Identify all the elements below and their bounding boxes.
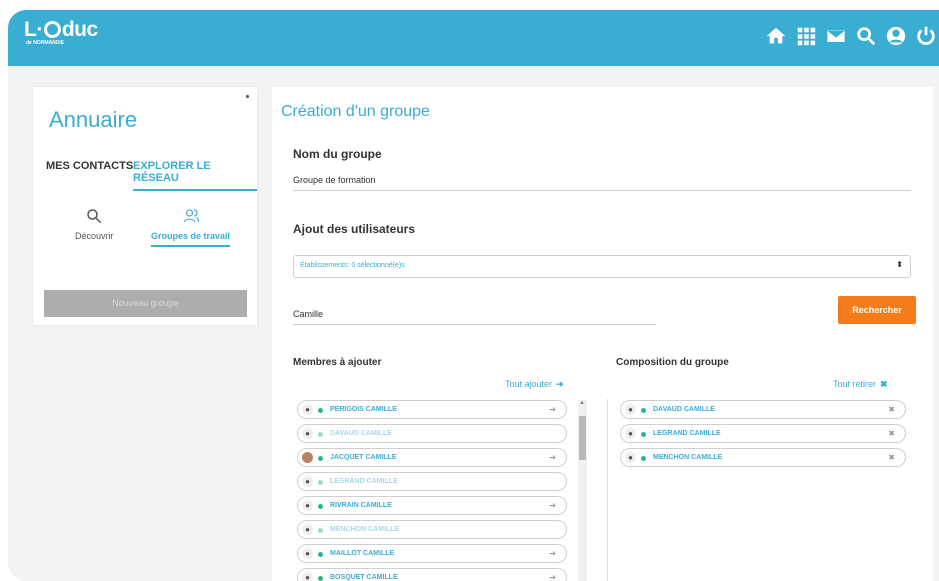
mail-icon[interactable] — [825, 25, 847, 47]
list-item: ● MENCHON CAMILLE ✖ — [620, 448, 906, 467]
avatar-icon: ● — [302, 572, 313, 581]
group-name-input[interactable]: Groupe de formation — [293, 175, 911, 191]
online-status-icon — [318, 576, 323, 581]
online-status-icon — [318, 432, 323, 437]
scrollbar-thumb[interactable] — [579, 416, 586, 460]
online-status-icon — [641, 456, 646, 461]
arrow-right-icon: ➔ — [556, 379, 564, 389]
app-logo[interactable]: L· duc de NORMANDIE — [24, 18, 98, 46]
group-creation-panel: Création d'un groupe Nom du groupe Group… — [272, 87, 933, 581]
members-scrollbar[interactable]: ▲ — [578, 400, 587, 581]
directory-sidebar: Annuaire MES CONTACTS EXPLORER LE RÉSEAU… — [33, 87, 257, 325]
users-icon — [183, 209, 199, 223]
establishment-select[interactable]: Établissements: 0 sélectionné(e)s ⬍ — [293, 255, 911, 278]
scroll-up-icon[interactable]: ▲ — [579, 400, 585, 406]
online-status-icon — [318, 456, 323, 461]
panel-title: Création d'un groupe — [281, 103, 430, 120]
online-status-icon — [318, 528, 323, 533]
list-item: ● MENCHON CAMILLE — [297, 520, 567, 539]
online-status-icon — [318, 480, 323, 485]
top-icon-bar — [765, 25, 937, 47]
list-item: ● DAVAUD CAMILLE — [297, 424, 567, 443]
logo-text: L· duc — [24, 18, 98, 41]
select-arrow-icon: ⬍ — [896, 260, 903, 269]
apps-grid-icon[interactable] — [795, 25, 817, 47]
online-status-icon — [318, 552, 323, 557]
remove-all-button[interactable]: Tout retirer ✖ — [833, 379, 888, 390]
avatar-icon: ● — [302, 404, 313, 415]
top-bar: L· duc de NORMANDIE — [8, 10, 939, 66]
remove-icon[interactable]: ✖ — [888, 449, 895, 466]
add-arrow-icon[interactable]: ➔ — [549, 569, 556, 581]
add-arrow-icon[interactable]: ➔ — [549, 497, 556, 514]
tab-mes-contacts[interactable]: MES CONTACTS — [46, 160, 133, 172]
avatar-icon: ● — [625, 428, 636, 439]
online-status-icon — [641, 432, 646, 437]
list-item[interactable]: ● PERIGOIS CAMILLE ➔ — [297, 400, 567, 419]
list-item[interactable]: JACQUET CAMILLE ➔ — [297, 448, 567, 467]
group-name-label: Nom du groupe — [293, 147, 382, 161]
online-status-icon — [318, 504, 323, 509]
search-icon[interactable] — [855, 25, 877, 47]
work-groups-tool[interactable]: Groupes de travail — [151, 207, 231, 247]
online-status-icon — [318, 408, 323, 413]
list-item: ● LEGRAND CAMILLE — [297, 472, 567, 491]
user-icon[interactable] — [885, 25, 907, 47]
power-icon[interactable] — [915, 25, 937, 47]
establishment-select-value: Établissements: 0 sélectionné(e)s — [300, 262, 405, 269]
column-divider — [607, 399, 608, 581]
tab-explorer-le-reseau[interactable]: EXPLORER LE RÉSEAU — [133, 160, 257, 191]
online-status-icon — [641, 408, 646, 413]
menu-dot-icon[interactable] — [246, 95, 249, 98]
members-to-add-list: ● PERIGOIS CAMILLE ➔ ● DAVAUD CAMILLE JACQU… — [297, 400, 567, 581]
add-all-button[interactable]: Tout ajouter ➔ — [505, 379, 564, 390]
composition-title: Composition du groupe — [616, 357, 729, 368]
app-frame: L· duc de NORMANDIE Annuaire MES CONTACTS… — [8, 10, 939, 581]
list-item: ● LEGRAND CAMILLE ✖ — [620, 424, 906, 443]
home-icon[interactable] — [765, 25, 787, 47]
search-icon — [87, 209, 102, 224]
list-item[interactable]: ● BOSQUET CAMILLE ➔ — [297, 568, 567, 581]
search-button[interactable]: Rechercher — [838, 296, 916, 324]
add-arrow-icon[interactable]: ➔ — [549, 449, 556, 466]
avatar-icon: ● — [625, 452, 636, 463]
members-to-add-title: Membres à ajouter — [293, 357, 382, 368]
list-item: ● DAVAUD CAMILLE ✖ — [620, 400, 906, 419]
work-groups-label: Groupes de travail — [151, 231, 231, 241]
add-users-label: Ajout des utilisateurs — [293, 222, 416, 236]
avatar-icon: ● — [302, 524, 313, 535]
list-item[interactable]: ● MAILLOT CAMILLE ➔ — [297, 544, 567, 563]
add-arrow-icon[interactable]: ➔ — [549, 401, 556, 418]
search-input[interactable]: Camille — [293, 309, 656, 325]
discover-label: Découvrir — [75, 231, 114, 241]
avatar-icon: ● — [625, 404, 636, 415]
avatar-icon: ● — [302, 476, 313, 487]
remove-icon[interactable]: ✖ — [888, 425, 895, 442]
avatar-icon: ● — [302, 428, 313, 439]
list-item[interactable]: ● RIVRAIN CAMILLE ➔ — [297, 496, 567, 515]
avatar-icon: ● — [302, 500, 313, 511]
new-group-button[interactable]: Nouveau groupe — [44, 290, 247, 317]
discover-tool[interactable]: Découvrir — [75, 207, 114, 241]
close-icon: ✖ — [880, 379, 888, 389]
group-members-list: ● DAVAUD CAMILLE ✖ ● LEGRAND CAMILLE ✖ ● MENC… — [620, 400, 906, 472]
avatar-icon: ● — [302, 548, 313, 559]
remove-icon[interactable]: ✖ — [888, 401, 895, 418]
add-arrow-icon[interactable]: ➔ — [549, 545, 556, 562]
page-title: Annuaire — [49, 107, 138, 132]
avatar-photo — [302, 452, 313, 463]
